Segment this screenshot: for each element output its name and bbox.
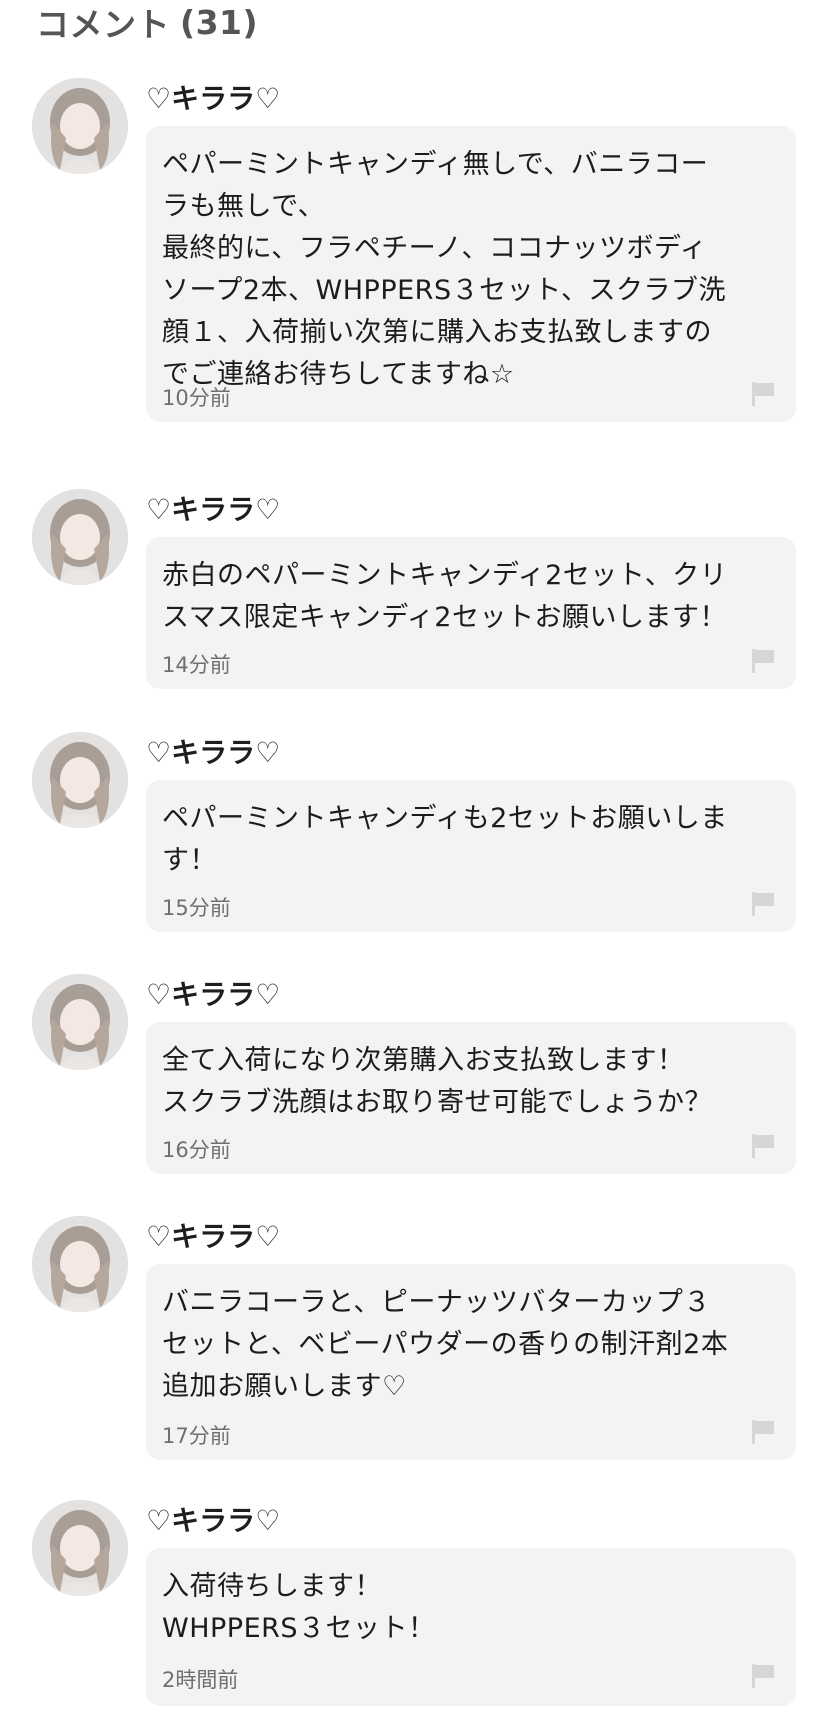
avatar-image bbox=[32, 974, 128, 1070]
comment-text: 入荷待ちします！ WHPPERS３セット！ bbox=[162, 1571, 436, 1644]
comment-timestamp: 15分前 bbox=[162, 896, 231, 920]
comment-username[interactable]: ♡キララ♡ bbox=[146, 78, 280, 116]
avatar-image bbox=[32, 1500, 128, 1596]
comment-username[interactable]: ♡キララ♡ bbox=[146, 974, 280, 1012]
comment-username[interactable]: ♡キララ♡ bbox=[146, 1500, 280, 1538]
flag-icon[interactable] bbox=[750, 890, 776, 918]
comment-bubble: 入荷待ちします！ WHPPERS３セット！ 2時間前 bbox=[146, 1548, 796, 1706]
comments-count: (31) bbox=[180, 2, 259, 42]
comment-text: 赤白のペパーミントキャンディ2セット、クリ スマス限定キャンディ2セットお願いし… bbox=[162, 560, 728, 633]
comment-bubble: 赤白のペパーミントキャンディ2セット、クリ スマス限定キャンディ2セットお願いし… bbox=[146, 537, 796, 689]
comment-timestamp: 14分前 bbox=[162, 653, 231, 677]
comment-text: 全て入荷になり次第購入お支払致します！ スクラブ洗顔はお取り寄せ可能でしょうか？ bbox=[162, 1045, 712, 1118]
avatar[interactable] bbox=[32, 1500, 128, 1596]
avatar[interactable] bbox=[32, 974, 128, 1070]
comment-username[interactable]: ♡キララ♡ bbox=[146, 1216, 280, 1254]
avatar-image bbox=[32, 732, 128, 828]
flag-icon[interactable] bbox=[750, 1662, 776, 1690]
comment-timestamp: 2時間前 bbox=[162, 1668, 239, 1692]
comment-timestamp: 16分前 bbox=[162, 1138, 231, 1162]
comment-bubble: バニラコーラと、ピーナッツバターカップ３ セットと、ベビーパウダーの香りの制汗剤… bbox=[146, 1264, 796, 1460]
comment-username[interactable]: ♡キララ♡ bbox=[146, 489, 280, 527]
comment-username[interactable]: ♡キララ♡ bbox=[146, 732, 280, 770]
avatar[interactable] bbox=[32, 1216, 128, 1312]
avatar[interactable] bbox=[32, 489, 128, 585]
comments-header: コメント (31) bbox=[36, 2, 259, 45]
avatar[interactable] bbox=[32, 78, 128, 174]
flag-icon[interactable] bbox=[750, 1132, 776, 1160]
comment-bubble: ペパーミントキャンディも2セットお願いしま す！ 15分前 bbox=[146, 780, 796, 932]
avatar-image bbox=[32, 1216, 128, 1312]
comment-text: ペパーミントキャンディも2セットお願いしま す！ bbox=[162, 803, 728, 876]
flag-icon[interactable] bbox=[750, 1418, 776, 1446]
flag-icon[interactable] bbox=[750, 380, 776, 408]
flag-icon[interactable] bbox=[750, 647, 776, 675]
avatar-image bbox=[32, 78, 128, 174]
comment-bubble: ペパーミントキャンディ無しで、バニラコー ラも無しで、 最終的に、フラペチーノ、… bbox=[146, 126, 796, 422]
comment-timestamp: 10分前 bbox=[162, 386, 231, 410]
comment-text: ペパーミントキャンディ無しで、バニラコー ラも無しで、 最終的に、フラペチーノ、… bbox=[162, 149, 727, 390]
avatar[interactable] bbox=[32, 732, 128, 828]
comment-bubble: 全て入荷になり次第購入お支払致します！ スクラブ洗顔はお取り寄せ可能でしょうか？… bbox=[146, 1022, 796, 1174]
comment-timestamp: 17分前 bbox=[162, 1424, 231, 1448]
avatar-image bbox=[32, 489, 128, 585]
comment-text: バニラコーラと、ピーナッツバターカップ３ セットと、ベビーパウダーの香りの制汗剤… bbox=[162, 1287, 729, 1402]
comments-title: コメント bbox=[36, 5, 170, 44]
